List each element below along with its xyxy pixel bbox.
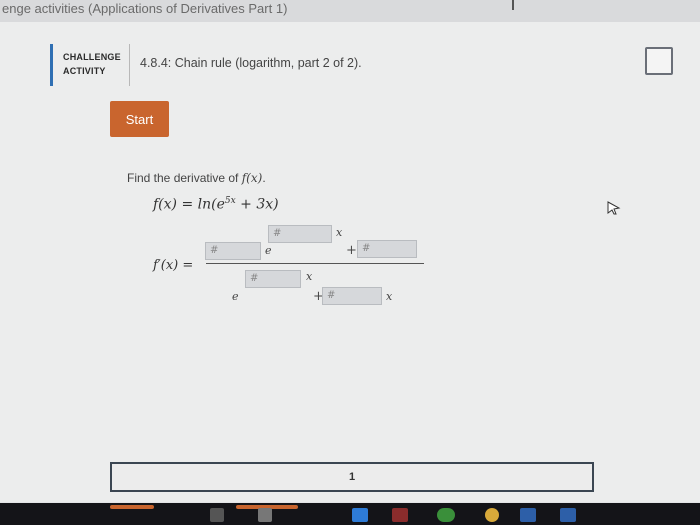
progress-step-number: 1 <box>348 471 356 483</box>
numerator-exp-coef-blank[interactable]: # <box>268 225 332 243</box>
challenge-activity-badge: CHALLENGE ACTIVITY <box>63 50 121 78</box>
function-exponent: 5x <box>224 196 236 206</box>
activity-panel <box>0 22 700 502</box>
progress-bar[interactable]: 1 <box>110 462 594 492</box>
taskbar-app-icon-5[interactable] <box>210 508 224 522</box>
taskbar-settings-icon[interactable] <box>485 508 499 522</box>
start-button[interactable]: Start <box>110 101 169 137</box>
taskbar-app-icon-2[interactable] <box>392 508 408 522</box>
prompt-function: f(x) <box>241 171 263 185</box>
badge-line-2: ACTIVITY <box>63 66 106 76</box>
taskbar-app-icon-4[interactable] <box>560 508 576 522</box>
window-edge <box>512 0 514 10</box>
derivative-label: f′(x) = <box>153 258 194 273</box>
denominator-exp-coef-blank[interactable]: # <box>245 270 301 288</box>
prompt-period: . <box>262 171 266 185</box>
denominator-exp-x: x <box>306 270 313 283</box>
taskbar-app-icon-1[interactable] <box>352 508 368 522</box>
denominator-x: x <box>386 290 393 303</box>
mouse-cursor-icon <box>607 201 621 215</box>
denominator-const-blank[interactable]: # <box>322 287 382 305</box>
numerator-e: e <box>265 244 272 257</box>
activity-title: 4.8.4: Chain rule (logarithm, part 2 of … <box>140 56 362 70</box>
browser-title-bar: enge activities (Applications of Derivat… <box>0 0 700 23</box>
header-divider <box>129 44 130 86</box>
taskbar <box>0 503 700 525</box>
function-lhs: f(x) = ln(e <box>153 196 225 213</box>
function-rhs: + 3x) <box>235 196 279 213</box>
function-definition: f(x) = ln(e5x + 3x) <box>153 196 279 213</box>
fraction-bar <box>206 263 424 264</box>
taskbar-app-icon-3[interactable] <box>520 508 536 522</box>
activity-accent-bar <box>50 44 53 86</box>
taskbar-chrome-icon[interactable] <box>437 508 455 522</box>
badge-line-1: CHALLENGE <box>63 52 121 62</box>
numerator-exp-x: x <box>336 226 343 239</box>
taskbar-app-icon-6[interactable] <box>258 508 272 522</box>
page-title: enge activities (Applications of Derivat… <box>2 1 288 16</box>
numerator-coef-blank[interactable]: # <box>205 242 261 260</box>
completion-checkbox[interactable] <box>645 47 673 75</box>
prompt-text: Find the derivative of <box>127 171 242 185</box>
problem-prompt: Find the derivative of f(x). <box>127 171 266 185</box>
denominator-e: e <box>232 290 239 303</box>
taskbar-accent-left <box>110 505 154 509</box>
numerator-const-blank[interactable]: # <box>357 240 417 258</box>
numerator-plus: + <box>346 243 357 258</box>
